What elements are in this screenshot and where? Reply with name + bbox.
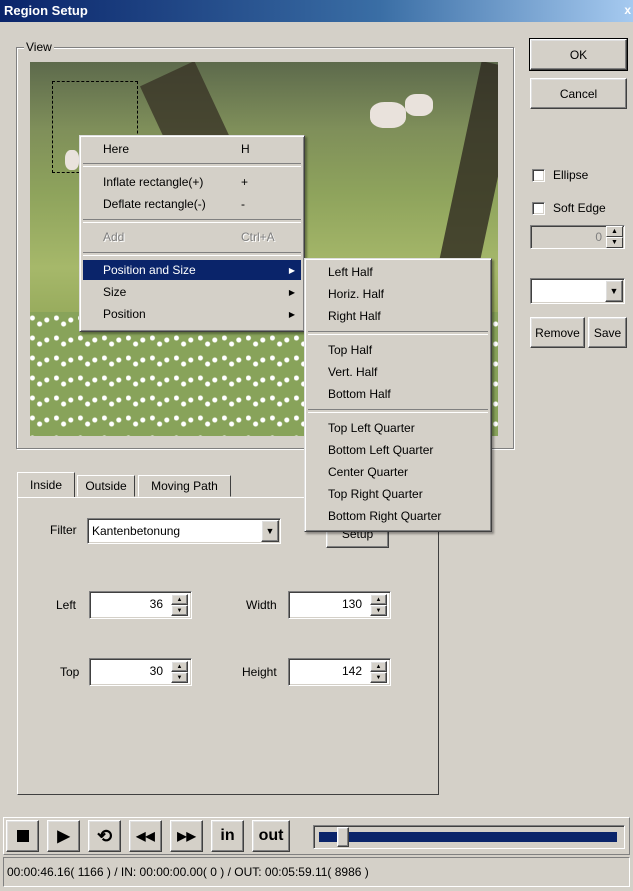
status-bar: 00:00:46.16( 1166 ) / IN: 00:00:00.00( 0… — [3, 857, 630, 887]
menu-separator — [83, 163, 301, 167]
menu-separator — [308, 409, 488, 413]
ok-button[interactable]: OK — [529, 38, 628, 71]
spin-up-icon[interactable]: ▲ — [171, 661, 188, 672]
soft-edge-input[interactable]: 0 ▲ ▼ — [530, 225, 625, 249]
height-spinner[interactable]: ▲ ▼ — [370, 661, 387, 683]
spin-down-icon[interactable]: ▼ — [370, 672, 387, 683]
filter-select[interactable]: Kantenbetonung ▼ — [87, 518, 281, 544]
step-back-button[interactable]: ◀◀ — [129, 820, 162, 852]
left-label: Left — [56, 598, 77, 612]
mark-in-button[interactable]: in — [211, 820, 244, 852]
height-label: Height — [242, 665, 277, 679]
mark-out-button[interactable]: out — [252, 820, 290, 852]
submenu-arrow-icon: ▶ — [288, 309, 295, 319]
submenu-item-bottom-half[interactable]: Bottom Half — [308, 383, 488, 405]
region-select[interactable]: ▼ — [530, 278, 625, 304]
cancel-button[interactable]: Cancel — [530, 78, 627, 109]
tab-moving-path[interactable]: Moving Path — [138, 475, 231, 497]
submenu-item-horiz-half[interactable]: Horiz. Half — [308, 283, 488, 305]
ellipse-label: Ellipse — [553, 168, 589, 182]
position-size-submenu: Left Half Horiz. Half Right Half Top Hal… — [304, 258, 492, 532]
chevron-down-icon[interactable]: ▼ — [261, 520, 279, 542]
stop-icon — [16, 830, 29, 842]
submenu-arrow-icon: ▶ — [288, 287, 295, 297]
menu-item-size[interactable]: Size ▶ — [83, 282, 301, 302]
play-icon: ▶ — [57, 828, 70, 845]
context-menu: Here H Inflate rectangle(+) + Deflate re… — [79, 135, 305, 332]
width-label: Width — [246, 598, 277, 612]
spin-down-icon[interactable]: ▼ — [171, 672, 188, 683]
soft-edge-label: Soft Edge — [553, 201, 606, 215]
submenu-item-right-half[interactable]: Right Half — [308, 305, 488, 327]
step-back-icon: ◀◀ — [136, 829, 155, 843]
step-forward-button[interactable]: ▶▶ — [170, 820, 203, 852]
submenu-item-top-left-quarter[interactable]: Top Left Quarter — [308, 417, 488, 439]
menu-item-deflate[interactable]: Deflate rectangle(-) - — [83, 194, 301, 214]
window-title: Region Setup — [4, 3, 88, 18]
menu-item-position-and-size[interactable]: Position and Size ▶ — [83, 260, 301, 280]
loop-icon: ⟲ — [96, 825, 113, 846]
chevron-down-icon[interactable]: ▼ — [605, 280, 623, 302]
spin-down-icon[interactable]: ▼ — [370, 605, 387, 616]
cow-image — [370, 102, 406, 128]
loop-button[interactable]: ⟲ — [88, 820, 121, 852]
tab-outside[interactable]: Outside — [77, 475, 135, 497]
title-bar: Region Setup x — [0, 0, 633, 22]
submenu-item-bottom-left-quarter[interactable]: Bottom Left Quarter — [308, 439, 488, 461]
view-group-label: View — [24, 40, 54, 54]
spin-up-icon[interactable]: ▲ — [370, 661, 387, 672]
remove-button[interactable]: Remove — [530, 317, 585, 348]
left-spinner[interactable]: ▲ ▼ — [171, 594, 188, 616]
width-spinner[interactable]: ▲ ▼ — [370, 594, 387, 616]
soft-edge-checkbox[interactable] — [532, 202, 545, 215]
play-button[interactable]: ▶ — [47, 820, 80, 852]
filter-label: Filter — [50, 523, 77, 537]
top-label: Top — [60, 665, 80, 679]
submenu-item-vert-half[interactable]: Vert. Half — [308, 361, 488, 383]
spin-up-icon[interactable]: ▲ — [370, 594, 387, 605]
width-input[interactable]: 130 ▲ ▼ — [288, 591, 391, 619]
spin-down-icon[interactable]: ▼ — [171, 605, 188, 616]
menu-item-here[interactable]: Here H — [83, 139, 301, 159]
timeline-thumb[interactable] — [336, 827, 349, 847]
menu-separator — [83, 219, 301, 223]
save-button[interactable]: Save — [588, 317, 627, 348]
submenu-item-top-half[interactable]: Top Half — [308, 339, 488, 361]
spin-up-icon[interactable]: ▲ — [171, 594, 188, 605]
step-forward-icon: ▶▶ — [177, 829, 196, 843]
spin-down-icon[interactable]: ▼ — [606, 237, 623, 248]
top-spinner[interactable]: ▲ ▼ — [171, 661, 188, 683]
menu-item-position[interactable]: Position ▶ — [83, 304, 301, 324]
spin-up-icon[interactable]: ▲ — [606, 226, 623, 237]
timeline-slider[interactable] — [313, 825, 625, 849]
ellipse-checkbox[interactable] — [532, 169, 545, 182]
stop-button[interactable] — [6, 820, 39, 852]
submenu-item-top-right-quarter[interactable]: Top Right Quarter — [308, 483, 488, 505]
top-input[interactable]: 30 ▲ ▼ — [89, 658, 192, 686]
menu-separator — [308, 331, 488, 335]
close-icon[interactable]: x — [624, 3, 631, 17]
menu-separator — [83, 252, 301, 256]
submenu-item-bottom-right-quarter[interactable]: Bottom Right Quarter — [308, 505, 488, 527]
submenu-arrow-icon: ▶ — [288, 265, 295, 275]
submenu-item-left-half[interactable]: Left Half — [308, 261, 488, 283]
timeline-track — [319, 832, 617, 842]
submenu-item-center-quarter[interactable]: Center Quarter — [308, 461, 488, 483]
menu-item-add: Add Ctrl+A — [103, 230, 275, 244]
height-input[interactable]: 142 ▲ ▼ — [288, 658, 391, 686]
menu-item-inflate[interactable]: Inflate rectangle(+) + — [83, 172, 301, 192]
left-input[interactable]: 36 ▲ ▼ — [89, 591, 192, 619]
soft-edge-spinner[interactable]: ▲ ▼ — [606, 226, 623, 248]
tab-inside[interactable]: Inside — [17, 472, 75, 498]
cow-image — [405, 94, 433, 116]
